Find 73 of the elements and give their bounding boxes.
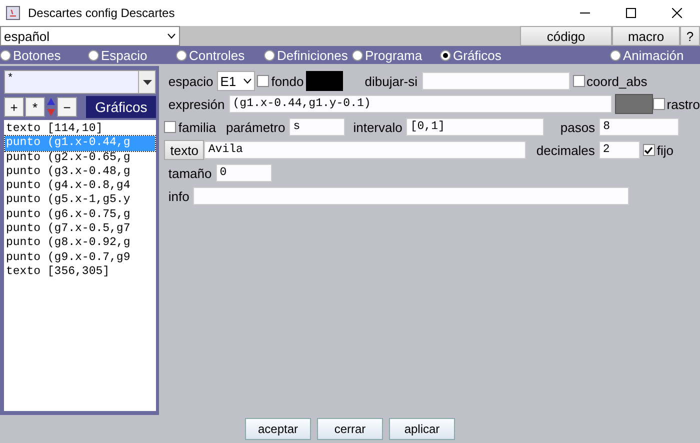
text-field[interactable]: s xyxy=(289,118,346,136)
field-label: decimales xyxy=(536,142,595,158)
tab-radio[interactable]: Animación xyxy=(610,48,700,62)
checkbox[interactable] xyxy=(642,144,655,156)
app-icon xyxy=(6,6,20,20)
list-item[interactable]: texto [114,10] xyxy=(5,122,156,136)
list-item[interactable]: punto (g4.x-0.8,g4 xyxy=(5,179,156,194)
footer-button[interactable]: aplicar xyxy=(389,418,455,440)
text-field[interactable]: 0 xyxy=(216,164,272,182)
field-label: intervalo xyxy=(353,120,402,134)
text-field[interactable] xyxy=(422,72,570,90)
checkbox-label: coord_abs xyxy=(586,74,648,88)
field-label: espacio xyxy=(168,74,214,88)
section-header: Gráficos xyxy=(86,96,156,118)
radio-dot[interactable] xyxy=(440,50,451,60)
tab-radio[interactable]: Definiciones xyxy=(264,48,352,62)
checkbox-label: rastro xyxy=(666,96,700,112)
footer-button[interactable]: aceptar xyxy=(245,418,311,440)
text-field[interactable]: (g1.x-0.44,g1.y-0.1) xyxy=(228,95,612,113)
radio-dot[interactable] xyxy=(610,50,621,60)
checkbox-label: fondo xyxy=(271,74,304,88)
checkbox[interactable] xyxy=(572,75,584,87)
tab-radio[interactable]: Controles xyxy=(176,48,264,62)
list-item[interactable]: punto (g3.x-0.48,g xyxy=(5,164,156,180)
field-label: pasos xyxy=(560,120,596,134)
tab-radio[interactable]: Botones xyxy=(0,48,88,62)
toolbar-button[interactable]: macro xyxy=(612,26,680,46)
tool-button[interactable]: * xyxy=(25,97,45,117)
radio-dot[interactable] xyxy=(176,50,187,60)
footer-button[interactable]: cerrar xyxy=(317,418,383,440)
triangle-down-icon xyxy=(142,80,152,84)
checkbox-label: fijo xyxy=(656,142,674,158)
text-field[interactable]: Avila xyxy=(204,141,526,159)
field-label: info xyxy=(168,188,190,204)
field-label: expresión xyxy=(168,96,225,112)
radio-dot[interactable] xyxy=(352,50,363,60)
text-field[interactable]: 2 xyxy=(598,141,640,159)
text-field[interactable]: [0,1] xyxy=(406,118,544,136)
checkbox[interactable] xyxy=(257,75,270,87)
color-swatch[interactable] xyxy=(614,94,653,114)
list-item[interactable]: punto (g7.x-0.5,g7 xyxy=(5,222,156,236)
list-item[interactable]: punto (g8.x-0.92,g xyxy=(5,236,156,251)
tab-radio[interactable]: Espacio xyxy=(88,48,176,62)
radio-dot[interactable] xyxy=(88,50,99,60)
field-label: tamaño xyxy=(168,166,212,180)
tool-button[interactable]: + xyxy=(4,97,24,117)
checkbox[interactable] xyxy=(164,121,176,133)
list-item[interactable]: punto (g5.x-1,g5.y xyxy=(5,193,156,208)
language-dropdown[interactable]: español xyxy=(0,26,180,46)
text-field[interactable] xyxy=(193,187,630,205)
text-field[interactable]: 8 xyxy=(599,118,680,136)
radio-dot[interactable] xyxy=(0,50,11,60)
checkbox-label: familia xyxy=(178,120,216,134)
tool-button[interactable]: − xyxy=(57,97,77,117)
filter-dropdown[interactable]: * xyxy=(4,70,156,94)
list-item[interactable]: punto (g9.x-0.7,g9 xyxy=(5,250,156,265)
list-item[interactable]: punto (g2.x-0.65,g xyxy=(5,150,156,165)
field-label: dibujar-si xyxy=(364,74,418,88)
toolbar-button[interactable]: código xyxy=(520,26,612,46)
tab-radio[interactable]: Programa xyxy=(352,48,440,62)
toolbar-button[interactable]: ? xyxy=(680,26,700,46)
chevron-down-icon xyxy=(243,78,252,84)
checkbox[interactable] xyxy=(652,98,665,110)
list-item[interactable]: punto (g6.x-0.75,g xyxy=(5,208,156,222)
field-label: parámetro xyxy=(226,120,286,134)
chevron-down-icon xyxy=(167,33,176,39)
text-button[interactable]: texto xyxy=(164,140,204,160)
list-item[interactable]: texto [356,305] xyxy=(5,264,156,280)
radio-dot[interactable] xyxy=(264,50,275,60)
tab-radio[interactable]: Gráficos xyxy=(440,48,610,62)
space-dropdown[interactable]: E1 xyxy=(217,71,256,91)
window-title: Descartes config Descartes xyxy=(28,6,176,20)
color-swatch[interactable] xyxy=(306,71,343,91)
